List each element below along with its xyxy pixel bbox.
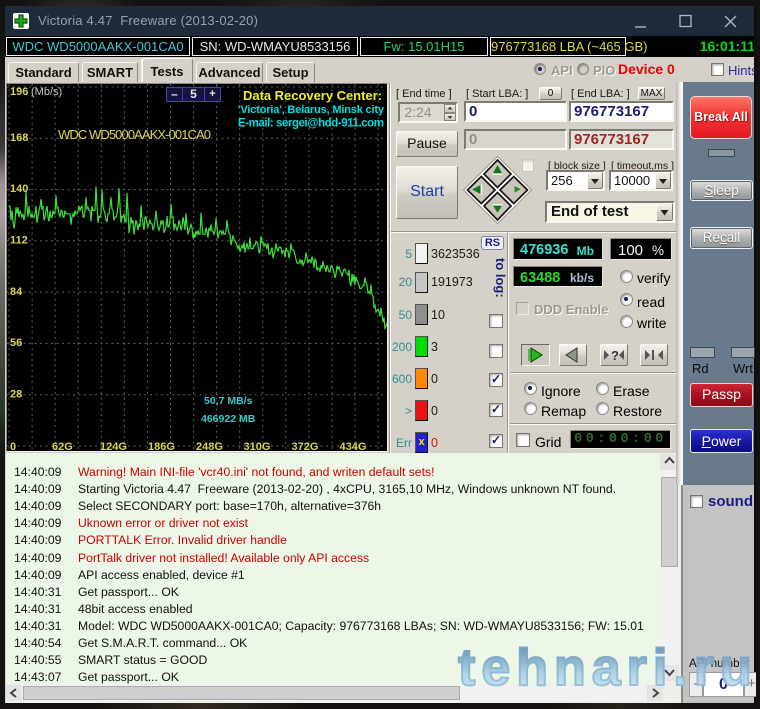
svg-text:112: 112 <box>10 235 28 247</box>
svg-text:466922 MB: 466922 MB <box>201 413 256 425</box>
svg-text:?: ? <box>611 348 619 363</box>
svg-text:140: 140 <box>10 183 28 195</box>
svg-text:372G: 372G <box>292 441 319 451</box>
svg-text:248G: 248G <box>196 441 223 451</box>
svg-text:196: 196 <box>10 86 28 98</box>
svg-text:310G: 310G <box>244 441 271 451</box>
svg-text:186G: 186G <box>148 441 175 451</box>
svg-text:124G: 124G <box>100 441 127 451</box>
svg-text:Data Recovery Center:: Data Recovery Center: <box>243 88 382 103</box>
svg-text:(Mb/s): (Mb/s) <box>31 86 62 98</box>
svg-text:E-mail: sergei@hdd-911.com: E-mail: sergei@hdd-911.com <box>238 118 384 130</box>
svg-text:434G: 434G <box>340 441 367 451</box>
svg-text:56: 56 <box>10 337 22 349</box>
svg-text:WDC WD5000AAKX-001CA0: WDC WD5000AAKX-001CA0 <box>58 127 211 142</box>
svg-text:28: 28 <box>10 389 22 401</box>
svg-text:168: 168 <box>10 132 28 144</box>
svg-text:50,7 MB/s: 50,7 MB/s <box>204 395 253 407</box>
svg-text:62G: 62G <box>52 441 73 451</box>
svg-text:0: 0 <box>10 441 16 451</box>
svg-text:'Victoria', Belarus, Minsk cit: 'Victoria', Belarus, Minsk city <box>238 104 385 116</box>
svg-text:84: 84 <box>10 286 23 298</box>
